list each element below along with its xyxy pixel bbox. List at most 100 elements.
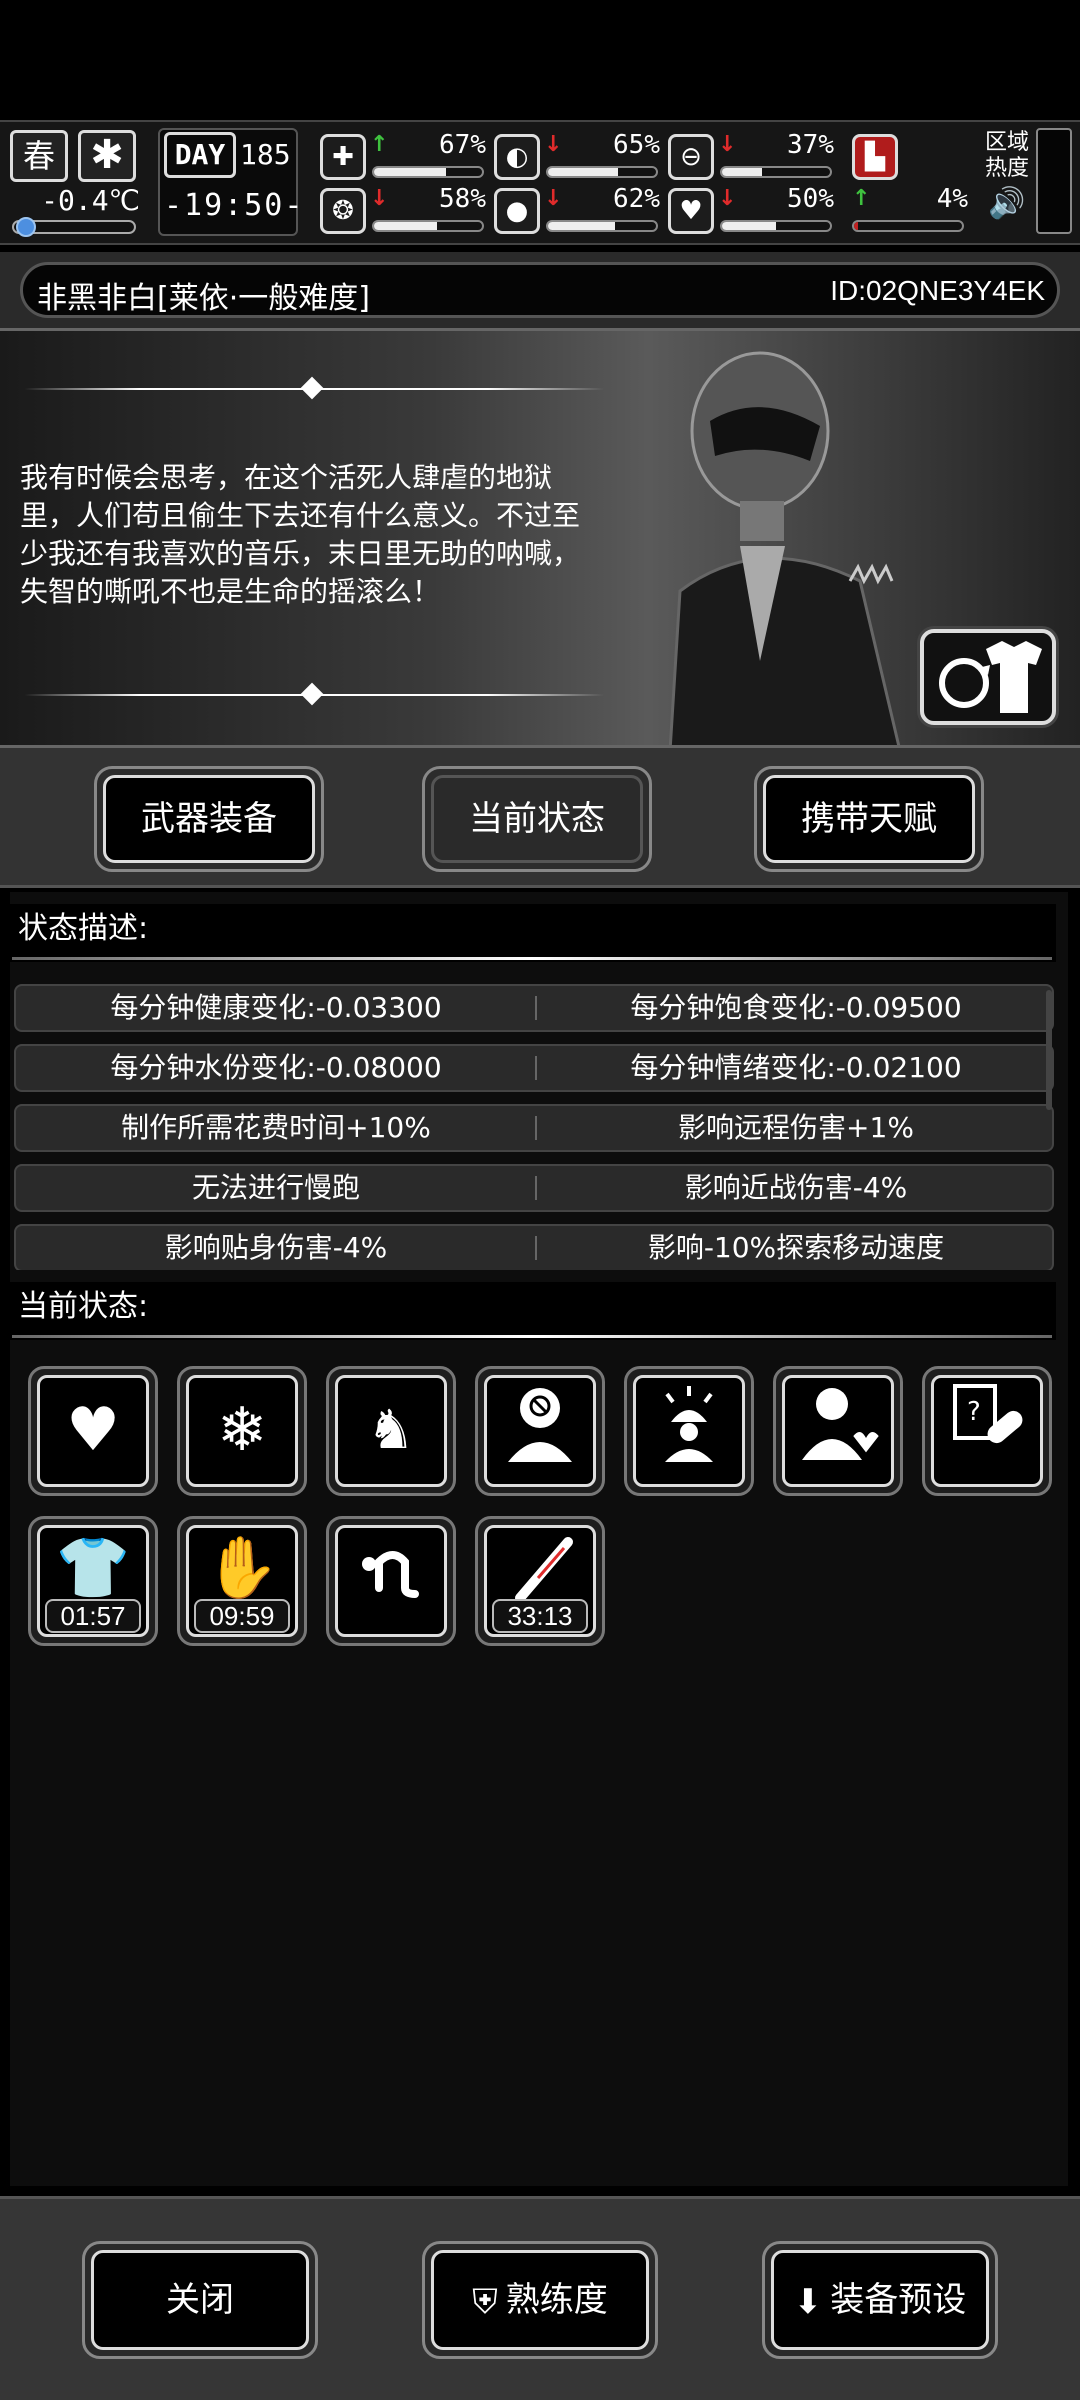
medical-report-icon: ? bbox=[931, 1375, 1043, 1487]
character-bio: 我有时候会思考，在这个活死人肆虐的地狱里，人们苟且偷生下去还有什么意义。不过至少… bbox=[20, 461, 581, 608]
ornament-divider-bottom bbox=[24, 682, 604, 706]
boot-icon: ▙ bbox=[852, 134, 898, 180]
status-crawl[interactable] bbox=[326, 1516, 456, 1646]
badge-icon: ⛨ bbox=[472, 2281, 498, 2322]
trend-down-icon: ↓ bbox=[544, 132, 563, 157]
stat-hunger-bar bbox=[546, 166, 658, 178]
trend-down-icon: ↓ bbox=[718, 186, 737, 211]
speaker-icon[interactable]: 🔊 bbox=[988, 186, 1025, 221]
tab-talents-label: 携带天赋 bbox=[763, 775, 975, 863]
stat-stamina-fill bbox=[722, 168, 762, 176]
status-timer: 01:57 bbox=[45, 1599, 141, 1633]
status-timer: 33:13 bbox=[492, 1599, 588, 1633]
alarm-person-icon bbox=[633, 1375, 745, 1487]
snowflake-icon: ✱ bbox=[78, 130, 136, 182]
close-button[interactable]: 关闭 bbox=[82, 2241, 318, 2359]
stat-mood-bar bbox=[720, 220, 832, 232]
stat-stamina[interactable]: ⊖ ↓ 37% bbox=[668, 130, 838, 184]
proficiency-label: 熟练度 bbox=[505, 2280, 608, 2320]
tab-bar: 武器装备 当前状态 携带天赋 bbox=[0, 748, 1080, 888]
stat-infection-bar bbox=[852, 220, 964, 232]
season-label: 春 bbox=[22, 137, 55, 175]
stat-hunger[interactable]: ◐ ↓ 65% bbox=[494, 130, 664, 184]
status-alert[interactable] bbox=[624, 1366, 754, 1496]
equipment-preset-button[interactable]: ⬇ 装备预设 bbox=[762, 2241, 998, 2359]
trend-down-icon: ↓ bbox=[370, 186, 389, 211]
heartbeat-person-icon bbox=[782, 1375, 894, 1487]
close-button-label: 关闭 bbox=[91, 2250, 309, 2350]
status-shirt[interactable]: 👕 01:57 bbox=[28, 1516, 158, 1646]
status-effect: 每分钟水份变化:-0.08000 bbox=[110, 1051, 442, 1084]
status-row: 每分钟水份变化:-0.08000 每分钟情绪变化:-0.02100 bbox=[14, 1044, 1054, 1092]
stat-infection-fill bbox=[854, 222, 859, 230]
stat-brain[interactable]: ❂ ↓ 58% bbox=[320, 184, 490, 238]
character-id: ID:02QNE3Y4EK bbox=[830, 275, 1045, 306]
status-heartbeat[interactable] bbox=[773, 1366, 903, 1496]
character-name-bar: 非黑非白[莱依·一般难度] ID:02QNE3Y4EK bbox=[20, 262, 1060, 318]
stat-health-value: 67% bbox=[439, 130, 486, 160]
stat-hunger-fill bbox=[548, 168, 619, 176]
proficiency-button[interactable]: ⛨ 熟练度 bbox=[422, 2241, 658, 2359]
temperature-readout: -0.4℃ bbox=[41, 184, 140, 217]
status-list-scrollbar[interactable] bbox=[1046, 990, 1052, 1110]
crawl-icon bbox=[335, 1525, 447, 1637]
trend-up-icon: ↑ bbox=[370, 132, 389, 157]
stat-infection[interactable]: ↑ 4% bbox=[852, 184, 972, 238]
stomach-icon: ◐ bbox=[494, 134, 540, 180]
status-description-title: 状态描述: bbox=[18, 911, 149, 946]
status-effects-list[interactable]: 每分钟健康变化:-0.03300 每分钟饱食变化:-0.09500 每分钟水份变… bbox=[14, 980, 1056, 1270]
heart-icon: ♥ bbox=[668, 188, 714, 234]
status-description-header: 状态描述: bbox=[6, 904, 1056, 962]
svg-text:?: ? bbox=[967, 1397, 981, 1427]
game-clock: -19:50- bbox=[164, 188, 305, 223]
change-outfit-button[interactable] bbox=[920, 629, 1056, 725]
stat-stamina-bar bbox=[720, 166, 832, 178]
status-effect: 影响远程伤害+1% bbox=[678, 1111, 914, 1144]
status-heart[interactable]: ♥ bbox=[28, 1366, 158, 1496]
stat-mood-value: 50% bbox=[787, 184, 834, 214]
status-medical[interactable]: ? bbox=[922, 1366, 1052, 1496]
stat-brain-value: 58% bbox=[439, 184, 486, 214]
status-effect: 制作所需花费时间+10% bbox=[121, 1111, 431, 1144]
status-row: 影响贴身伤害-4% 影响-10%探索移动速度 bbox=[14, 1224, 1054, 1270]
stat-water-value: 62% bbox=[613, 184, 660, 214]
day-clock-panel: DAY 185 -19:50- bbox=[158, 128, 305, 236]
tab-weapons[interactable]: 武器装备 bbox=[94, 766, 324, 872]
status-fever[interactable]: 33:13 bbox=[475, 1516, 605, 1646]
stat-water[interactable]: ● ↓ 62% bbox=[494, 184, 664, 238]
trend-up-icon: ↑ bbox=[852, 186, 871, 211]
stat-infection-value: 4% bbox=[936, 184, 968, 214]
stat-health[interactable]: ✚ ↑ 67% bbox=[320, 130, 490, 184]
tab-status[interactable]: 当前状态 bbox=[422, 766, 652, 872]
proficiency-button-body: ⛨ 熟练度 bbox=[431, 2250, 649, 2350]
no-thinking-icon bbox=[484, 1375, 596, 1487]
status-row: 制作所需花费时间+10% 影响远程伤害+1% bbox=[14, 1104, 1054, 1152]
zone-heat-meter bbox=[1036, 128, 1072, 234]
status-bleeding[interactable]: ✋ 09:59 bbox=[177, 1516, 307, 1646]
thermometer-icon bbox=[16, 217, 36, 237]
status-mechanic[interactable]: ♞ bbox=[326, 1366, 456, 1496]
stat-hunger-value: 65% bbox=[613, 130, 660, 160]
character-name: 非黑非白[莱依·一般难度] bbox=[37, 281, 370, 316]
status-effect: 无法进行慢跑 bbox=[191, 1171, 360, 1204]
stat-boots[interactable]: ▙ bbox=[852, 132, 972, 184]
tab-talents[interactable]: 携带天赋 bbox=[754, 766, 984, 872]
stat-mood-fill bbox=[722, 222, 776, 230]
stat-health-bar bbox=[372, 166, 484, 178]
ornament-divider-top bbox=[24, 376, 604, 400]
current-status-header: 当前状态: bbox=[6, 1282, 1056, 1340]
status-confused[interactable] bbox=[475, 1366, 605, 1496]
status-effect: 影响近战伤害-4% bbox=[684, 1171, 908, 1204]
water-drop-icon: ● bbox=[494, 188, 540, 234]
swap-shirt-icon bbox=[939, 641, 1042, 713]
box-download-icon: ⬇ bbox=[793, 2281, 823, 2322]
tab-weapons-label: 武器装备 bbox=[103, 775, 315, 863]
status-effect: 每分钟健康变化:-0.03300 bbox=[110, 991, 442, 1024]
horse-mechanic-icon: ♞ bbox=[335, 1375, 447, 1487]
status-cold[interactable]: ❄ bbox=[177, 1366, 307, 1496]
medkit-icon: ✚ bbox=[320, 134, 366, 180]
season-indicator: 春 bbox=[10, 130, 68, 182]
stat-mood[interactable]: ♥ ↓ 50% bbox=[668, 184, 838, 238]
status-effect: 影响贴身伤害-4% bbox=[164, 1231, 388, 1264]
footer-bar: 关闭 ⛨ 熟练度 ⬇ 装备预设 bbox=[0, 2196, 1080, 2400]
